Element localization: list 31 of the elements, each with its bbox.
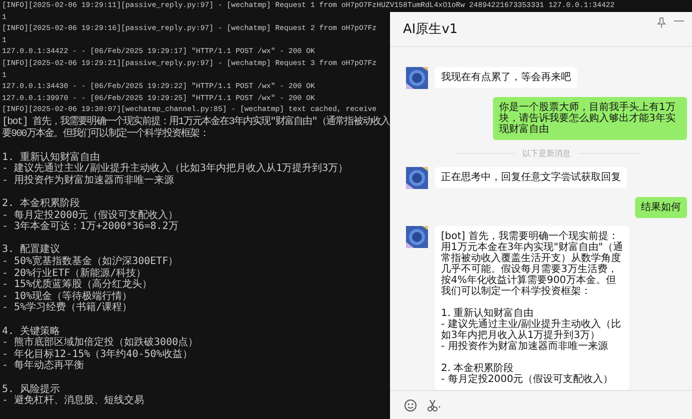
terminal-line: - 15%优质蓝筹股（高分红龙头） (2, 279, 152, 290)
terminal-line: 2. 本金积累阶段 (2, 198, 80, 210)
terminal-line: - 避免杠杆、消息股、短线交易 (2, 395, 144, 407)
terminal-line: - 10%现金（等待极端行情） (2, 290, 132, 302)
sent-message: 结果如何 (635, 197, 687, 218)
terminal-line: - 用投资作为财富加速器而非唯一来源 (2, 174, 174, 186)
terminal-line: - 每年动态再平衡 (2, 360, 84, 372)
sent-message: 你是一个股票大师，目前我手头上有1万块，请告诉我要怎么购入够出才能3年实现财富自由 (493, 97, 687, 140)
terminal-line: 要900万本金。但我们可以制定一个科学投资框架： (2, 128, 208, 140)
terminal-line: 1. 重新认知财富自由 (2, 152, 100, 163)
new-messages-divider: 以下是新消息 (522, 148, 570, 159)
terminal-line: - 熊市底部区域加倍定投（如跌破3000点） (2, 337, 198, 348)
pin-icon[interactable] (657, 17, 666, 28)
terminal-line: - 建议先通过主业/副业提升主动收入（比如3年内把月收入从1万提升到3万） (2, 163, 348, 174)
terminal-line: - 50%宽基指数基金（如沪深300ETF） (2, 256, 178, 268)
terminal-line: - 每月定投2000元（假设可支配收入） (2, 210, 178, 221)
terminal-line: - 5%学习经费（书籍/课程） (2, 302, 132, 314)
terminal-line: 5. 风险提示 (2, 384, 60, 395)
terminal-line: - 年化目标12-15%（3年约40-50%收益） (2, 348, 192, 360)
terminal-line: - 20%行业ETF（新能源/科技） (2, 268, 146, 279)
received-message: [bot] 首先，我需要明确一个现实前提：用1万元本金在3年内实现"财富自由"（通常指被动收入覆盖生活开支）从数学角度几乎不可能。假设每月需要3万生活费，按4%年化收益计算需要900万本金。但我们可以制定一个科学投资框架： 1. 重新认知财富自由 - 建议先通过主业/副业提升主动收入（比如3年内把月收入从1万提升到3万） - 用投资作为财富加速器而非唯一来源 2. 本金积累阶段 - 每月定投2000元（假设可支配收入） (435, 226, 629, 390)
minimize-icon[interactable] (674, 20, 684, 22)
received-message: 正在思考中，回复任意文字尝试获取回复 (435, 167, 627, 188)
received-message: 我现在有点累了，等会再来吧 (435, 67, 577, 88)
terminal-line: 4. 关键策略 (2, 326, 60, 337)
scissors-icon[interactable] (427, 398, 441, 412)
emoji-icon[interactable] (404, 398, 417, 412)
terminal-line: [bot] 首先，我需要明确一个现实前提：用1万元本金在3年内实现"财富自由"（通常指被动收入 (2, 116, 390, 128)
terminal-line: 3. 配置建议 (2, 244, 60, 256)
terminal-line: - 3年本金可达：1万+2000*36=8.2万 (2, 221, 178, 233)
window-title: AI原生v1 (403, 21, 458, 38)
